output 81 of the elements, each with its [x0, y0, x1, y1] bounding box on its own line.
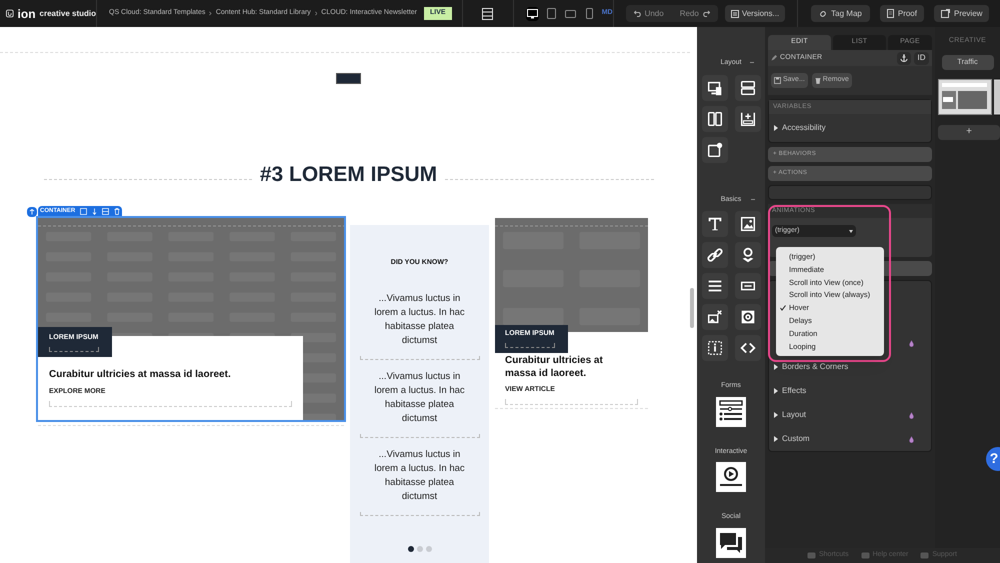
- pin-icon[interactable]: [92, 208, 98, 215]
- info-box-icon: [706, 339, 724, 357]
- versions-button[interactable]: Versions...: [724, 5, 786, 22]
- help-button[interactable]: ?: [986, 446, 1000, 470]
- chevron-icon: [314, 11, 318, 16]
- anchor-icon: [900, 54, 908, 62]
- tool-button[interactable]: [734, 242, 760, 268]
- card-title: Curabitur ultricies at massa id laoreet.: [505, 354, 604, 380]
- video-player-icon[interactable]: [716, 462, 746, 492]
- pencil-icon: [771, 55, 777, 61]
- tool-button[interactable]: [734, 304, 760, 330]
- caret-icon: [849, 230, 853, 232]
- fact-text: ...Vivamus luctus in lorem a luctus. In hac habitasse platea dictumst: [373, 448, 466, 504]
- tool-button[interactable]: [702, 211, 728, 237]
- id-button[interactable]: ID: [914, 52, 929, 64]
- property-row[interactable]: Layout: [782, 409, 806, 421]
- settings-icon: [738, 308, 756, 326]
- tool-button[interactable]: [734, 106, 760, 132]
- tool-button[interactable]: [702, 273, 728, 299]
- tool-button[interactable]: [734, 273, 760, 299]
- tool-button[interactable]: [734, 74, 760, 100]
- expand-arrow-icon[interactable]: [774, 412, 778, 418]
- tool-button[interactable]: [734, 211, 760, 237]
- redo-button[interactable]: Redo: [672, 5, 718, 22]
- fact-text: ...Vivamus luctus in lorem a luctus. In hac habitasse platea dictumst: [373, 292, 466, 348]
- logo-icon: [6, 8, 14, 19]
- edit-icon[interactable]: [80, 208, 88, 215]
- proof-button[interactable]: Proof: [880, 5, 924, 22]
- tool-button[interactable]: [702, 106, 728, 132]
- chevron-icon: [209, 11, 212, 16]
- expand-arrow-icon[interactable]: [774, 388, 778, 394]
- anchor-button[interactable]: [897, 52, 911, 64]
- columns-icon: [706, 110, 724, 128]
- insert-box-icon: [738, 110, 756, 128]
- tool-button[interactable]: [702, 136, 728, 162]
- redo-icon: [702, 10, 710, 17]
- versions-icon: [730, 10, 739, 18]
- undo-icon: [634, 10, 642, 17]
- expand-arrow-icon[interactable]: [774, 364, 778, 370]
- tag-icon: [819, 10, 828, 18]
- fact-text: ...Vivamus luctus in lorem a luctus. In hac habitasse platea dictumst: [373, 370, 466, 426]
- section-heading: #3 LOREM IPSUM: [258, 162, 438, 188]
- property-row[interactable]: Borders & Corners: [782, 361, 848, 373]
- tag-map-button[interactable]: Tag Map: [811, 5, 870, 22]
- text-icon: [706, 215, 724, 233]
- scrollbar-thumb[interactable]: [690, 288, 694, 328]
- preview-icon: [940, 9, 950, 18]
- move-handle-icon[interactable]: [27, 206, 37, 216]
- trash-icon[interactable]: [114, 208, 120, 215]
- tool-button[interactable]: [734, 335, 760, 361]
- property-row[interactable]: Effects: [782, 385, 806, 397]
- image-swap-icon: [706, 308, 724, 326]
- trash-icon: [814, 77, 821, 84]
- logo-text: ion: [18, 8, 36, 20]
- undo-button[interactable]: Undo: [626, 5, 672, 22]
- product-name: creative studio: [40, 8, 96, 20]
- rows-icon: [738, 78, 756, 96]
- image-icon: [738, 215, 756, 233]
- form-icon[interactable]: [716, 396, 746, 426]
- document-icon: [886, 9, 894, 18]
- tool-button[interactable]: [702, 74, 728, 100]
- tablet-view-button[interactable]: [544, 6, 558, 20]
- expand-arrow-icon[interactable]: [774, 436, 778, 442]
- tool-button[interactable]: [702, 304, 728, 330]
- property-row[interactable]: Accessibility: [782, 122, 826, 134]
- image-placeholder: [336, 73, 361, 84]
- page-thumbnail[interactable]: [938, 78, 1000, 114]
- layout-icon[interactable]: [482, 8, 494, 20]
- tool-button[interactable]: [702, 335, 728, 361]
- preview-button[interactable]: Preview: [934, 5, 990, 22]
- desktop-view-button[interactable]: [526, 6, 539, 20]
- property-row[interactable]: Custom: [782, 433, 810, 445]
- tool-button[interactable]: [702, 242, 728, 268]
- chat-bubbles-icon[interactable]: [716, 528, 746, 558]
- link-icon: [706, 246, 724, 264]
- facts-card[interactable]: [350, 225, 489, 563]
- add-page-button[interactable]: +: [938, 124, 1000, 140]
- box-badge-icon: [706, 140, 724, 158]
- card-title: Curabitur ultricies at massa id laoreet.: [49, 368, 232, 382]
- save-icon: [774, 77, 781, 84]
- expand-arrow-icon[interactable]: [774, 125, 778, 131]
